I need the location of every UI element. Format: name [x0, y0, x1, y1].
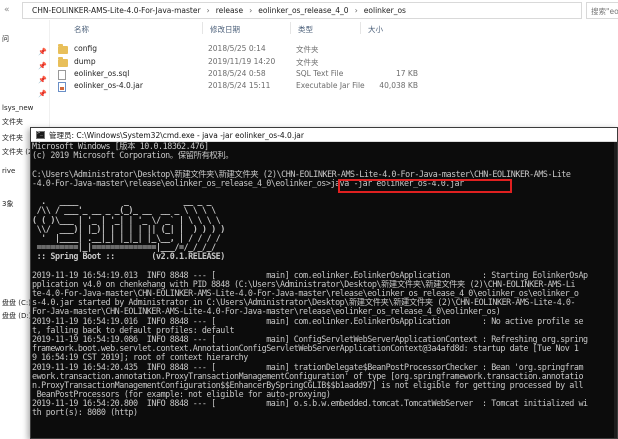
file-row-dump[interactable]: dump 2019/11/19 14:20 文件夹 [58, 57, 418, 69]
folder-icon [58, 44, 68, 54]
address-row: « CHN-EOLINKER-AMS-Lite-4.0-For-Java-mas… [0, 0, 618, 20]
console-line: ( ( )\___ | '_ | '_| | '_ \/ _` | \ \ \ … [32, 215, 221, 225]
console-line: C:\Users\Administrator\Desktop\新建文件夹\新建文… [32, 169, 571, 179]
nav-item-quick-access[interactable]: 问 [2, 34, 9, 44]
console-line: t, falling back to default profiles: def… [32, 325, 235, 335]
column-header-size[interactable]: 大小 [368, 24, 383, 35]
console-scrollbar[interactable] [614, 142, 617, 438]
pin-icon[interactable]: 📌 [38, 48, 47, 56]
pin-icon[interactable]: 📌 [38, 62, 47, 70]
console-line: 2019-11-19 16:54:20.800 INFO 8848 --- [ … [32, 399, 588, 409]
console-line: n.ProxyTransactionManagementConfiguratio… [32, 380, 584, 390]
file-name: config [74, 44, 97, 53]
nav-item-objects[interactable]: 3象 [2, 199, 13, 209]
column-header-name[interactable]: 名称 [74, 24, 89, 35]
sql-file-icon [58, 70, 66, 80]
breadcrumb-eolinker-os[interactable]: eolinker_os [361, 6, 409, 15]
console-line: 9 16:54:19 CST 2019]; root of context hi… [32, 353, 248, 363]
console-line: s-4.0.jar started by Administrator in C:… [32, 298, 576, 308]
nav-item-folder-3[interactable]: 文件夹 (2 [2, 147, 32, 157]
pin-icon[interactable]: 📌 [38, 90, 47, 98]
file-type: SQL Text File [296, 69, 344, 78]
console-line: . ____ _ __ _ _ [32, 197, 212, 207]
file-date: 2018/5/24 0:58 [208, 69, 266, 78]
breadcrumb-release-4-0[interactable]: eolinker_os_release_4_0 [255, 6, 351, 15]
folder-icon [58, 57, 68, 67]
breadcrumb-root[interactable]: CHN-EOLINKER-AMS-Lite-4.0-For-Java-maste… [29, 6, 204, 15]
console-line: 2019-11-19 16:54:19.013 INFO 8848 --- [ … [32, 270, 588, 280]
nav-item-folder-2[interactable]: 文件夹 [2, 133, 23, 143]
chevron-right-icon[interactable]: › [204, 6, 213, 15]
console-line: \\/ ___)| |_)| | | | | || (_| | ) ) ) ) [32, 224, 226, 234]
address-overflow-icon[interactable]: « [4, 5, 10, 15]
console-line: =========|_|==============|___/=/_/_/_/ [32, 243, 217, 253]
file-row-sql[interactable]: eolinker_os.sql 2018/5/24 0:58 SQL Text … [58, 69, 418, 81]
file-date: 2019/11/19 14:20 [208, 57, 276, 66]
nav-item-lsys-new[interactable]: lsys_new [2, 104, 33, 112]
cmd-console-window[interactable]: 管理员: C:\Windows\System32\cmd.exe - java … [30, 127, 618, 439]
file-row-config[interactable]: config 2018/5/25 0:14 文件夹 [58, 44, 418, 56]
search-input[interactable]: 搜索"eol [586, 2, 618, 19]
console-title-bar[interactable]: 管理员: C:\Windows\System32\cmd.exe - java … [31, 128, 617, 142]
nav-item-drive-c[interactable]: 盘盘 (C:) [2, 298, 31, 308]
console-line: ework.transaction.annotation.ProxyTransa… [32, 371, 584, 381]
console-line: 2019-11-19 16:54:19.016 INFO 8848 --- [ … [32, 316, 584, 326]
jar-file-icon [58, 82, 66, 92]
console-line: BeanPostProcessors (for example: not eli… [32, 390, 331, 400]
console-line: :: Spring Boot :: (v2.0.1.RELEASE) [32, 252, 226, 262]
breadcrumb-release[interactable]: release [213, 6, 246, 15]
column-divider[interactable] [290, 22, 291, 34]
file-type: 文件夹 [296, 58, 319, 67]
nav-item-drive[interactable]: rive [2, 167, 15, 175]
nav-item-folder-1[interactable]: 文件夹 [2, 117, 23, 127]
address-bar[interactable]: CHN-EOLINKER-AMS-Lite-4.0-For-Java-maste… [22, 2, 582, 19]
console-line: 2019-11-19 16:54:20.435 INFO 8848 --- [ … [32, 362, 584, 372]
file-name: eolinker_os.sql [74, 69, 130, 78]
console-title: 管理员: C:\Windows\System32\cmd.exe - java … [49, 131, 304, 140]
column-divider[interactable] [202, 22, 203, 34]
file-date: 2018/5/25 0:14 [208, 44, 266, 53]
chevron-right-icon[interactable]: › [246, 6, 255, 15]
console-line: framework.boot.web.servlet.context.Annot… [32, 344, 579, 354]
nav-item-drive-d[interactable]: 盘盘 (D:) [2, 311, 31, 321]
console-line: /\\ / ___'_ __ _ _(_)_ __ __ _ \ \ \ \ [32, 206, 217, 216]
file-name: eolinker_os-4.0.jar [74, 81, 143, 90]
console-output[interactable]: Microsoft Windows [版本 10.0.18362.476] (c)… [31, 142, 617, 438]
terminal-icon [36, 130, 45, 139]
pin-icon[interactable]: 📌 [38, 76, 47, 84]
console-line: (c) 2019 Microsoft Corporation。保留所有权利。 [32, 151, 234, 161]
file-type: Executable Jar File [296, 81, 365, 90]
column-header-type[interactable]: 类型 [298, 24, 313, 35]
file-size: 40,038 KB [379, 81, 418, 90]
file-type: 文件夹 [296, 45, 319, 54]
console-line: th port(s): 8080 (http) [32, 408, 138, 418]
console-line: -4.0-For-Java-master\release\eolinker_os… [32, 178, 464, 188]
column-divider[interactable] [360, 22, 361, 34]
file-size: 17 KB [396, 69, 418, 78]
console-line: ' |____| .__|_| |_|_| |_\__, | / / / / [32, 233, 221, 243]
command-highlight-box [338, 179, 512, 193]
console-line: For-Java-master\CHN-EOLINKER-AMS-Lite-4.… [32, 307, 501, 317]
column-header-date[interactable]: 修改日期 [210, 24, 240, 35]
chevron-right-icon[interactable]: › [352, 6, 361, 15]
file-row-jar[interactable]: eolinker_os-4.0.jar 2018/5/24 15:11 Exec… [58, 81, 418, 93]
console-line: Microsoft Windows [版本 10.0.18362.476] [32, 142, 209, 151]
file-name: dump [74, 57, 96, 66]
console-line: te-4.0-For-Java-master\CHN-EOLINKER-AMS-… [32, 289, 579, 298]
console-line: 2019-11-19 16:54:19.086 INFO 8848 --- [ … [32, 334, 588, 344]
console-line: pplication v4.0 on chenkehang with PID 8… [32, 279, 576, 289]
file-date: 2018/5/24 15:11 [208, 81, 271, 90]
